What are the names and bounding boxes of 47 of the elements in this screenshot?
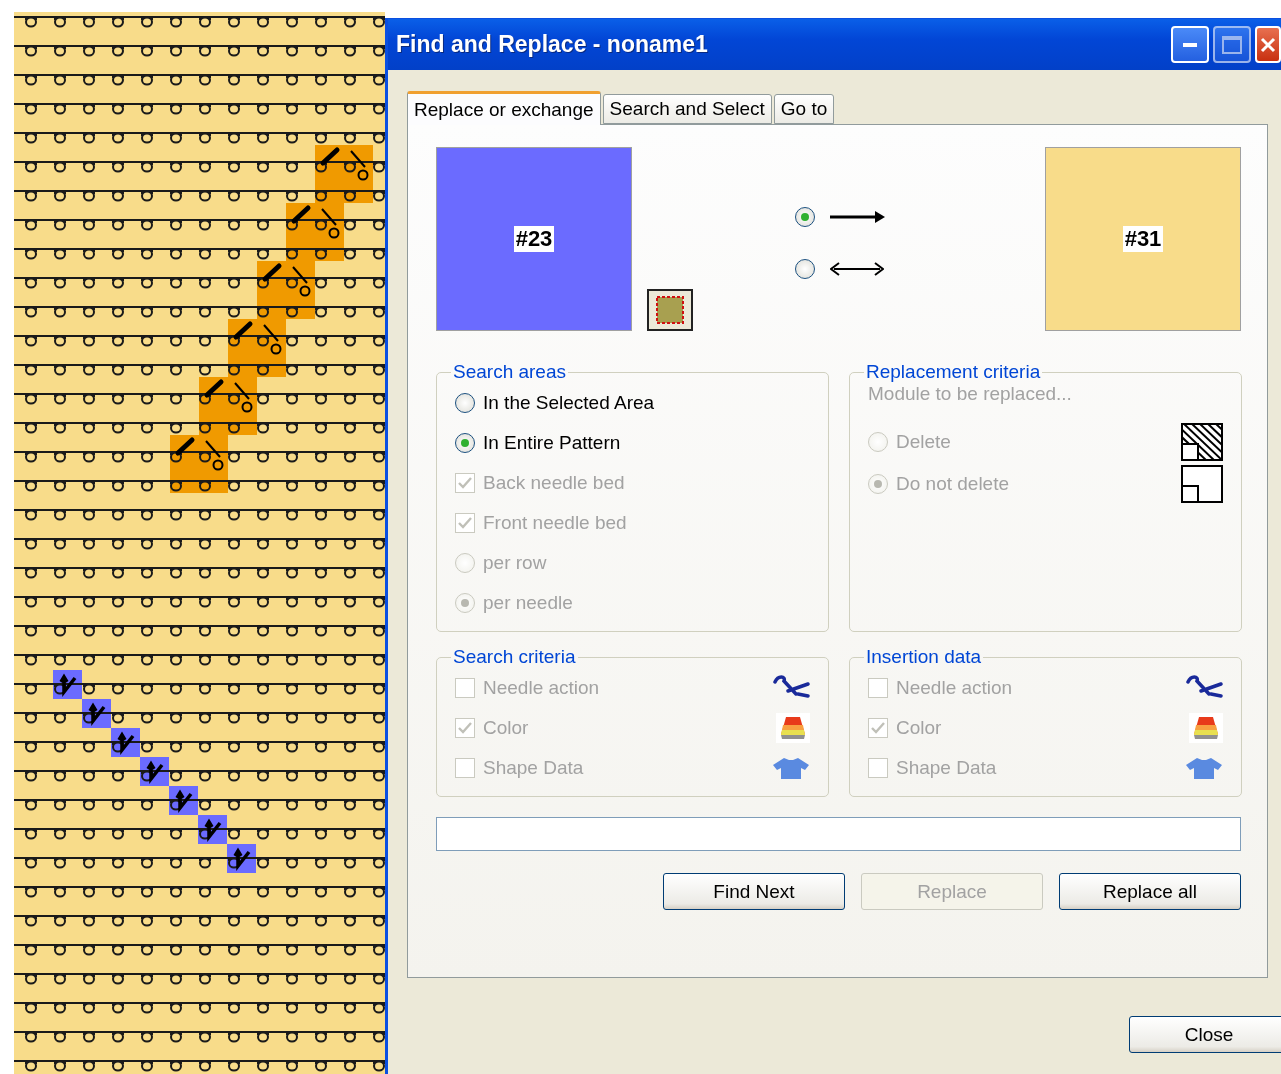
group-title: Insertion data xyxy=(865,646,983,668)
shirt-icon xyxy=(1185,756,1223,780)
option-label: per needle xyxy=(483,592,574,614)
option-label: Shape Data xyxy=(896,757,998,779)
option-label: Needle action xyxy=(483,677,601,699)
radio-button[interactable] xyxy=(455,393,475,413)
tab[interactable]: Search and Select xyxy=(602,94,772,124)
tab[interactable]: Go to xyxy=(773,94,835,124)
option-label: Do not delete xyxy=(896,473,1011,495)
color-picker-button[interactable] xyxy=(647,289,693,331)
window-title: Find and Replace - noname1 xyxy=(396,31,709,58)
option-label: In Entire Pattern xyxy=(483,432,622,454)
dialog-button[interactable]: Replace all xyxy=(1059,873,1241,910)
close-window-button[interactable] xyxy=(1255,26,1281,63)
close-button[interactable]: Close xyxy=(1129,1016,1281,1053)
radio-button[interactable] xyxy=(455,433,475,453)
option-label: Front needle bed xyxy=(483,512,628,534)
color-number: #31 xyxy=(1122,226,1164,252)
minimize-button[interactable] xyxy=(1171,26,1209,63)
double-arrow-icon xyxy=(830,262,884,276)
group-title: Search areas xyxy=(452,361,567,383)
shirt-icon xyxy=(772,756,810,780)
option-label: Back needle bed xyxy=(483,472,626,494)
dialog-button[interactable]: Find Next xyxy=(663,873,845,910)
option-label: per row xyxy=(483,552,548,574)
option-label: In the Selected Area xyxy=(483,392,656,414)
paint-bucket-icon xyxy=(1189,713,1223,743)
option-label: Color xyxy=(896,717,943,739)
square-icon xyxy=(1181,465,1223,503)
paint-bucket-icon xyxy=(776,713,810,743)
tab[interactable]: Replace or exchange xyxy=(407,91,601,125)
option-label: Needle action xyxy=(896,677,1014,699)
radio-button[interactable] xyxy=(795,259,815,279)
hatched-square-icon xyxy=(1181,423,1223,461)
close-icon xyxy=(1259,35,1277,54)
maximize-button[interactable] xyxy=(1213,26,1251,63)
group-title: Replacement criteria xyxy=(865,361,1042,383)
maximize-icon xyxy=(1222,35,1242,54)
minimize-icon xyxy=(1183,42,1197,47)
option-label: Shape Data xyxy=(483,757,585,779)
option-label: Delete xyxy=(896,431,952,453)
group-title: Search criteria xyxy=(452,646,577,668)
option-label: Color xyxy=(483,717,530,739)
right-arrow-icon xyxy=(830,210,886,224)
radio-button[interactable] xyxy=(795,207,815,227)
color-number: #23 xyxy=(513,226,555,252)
hint-text: Module to be replaced... xyxy=(868,383,1073,406)
